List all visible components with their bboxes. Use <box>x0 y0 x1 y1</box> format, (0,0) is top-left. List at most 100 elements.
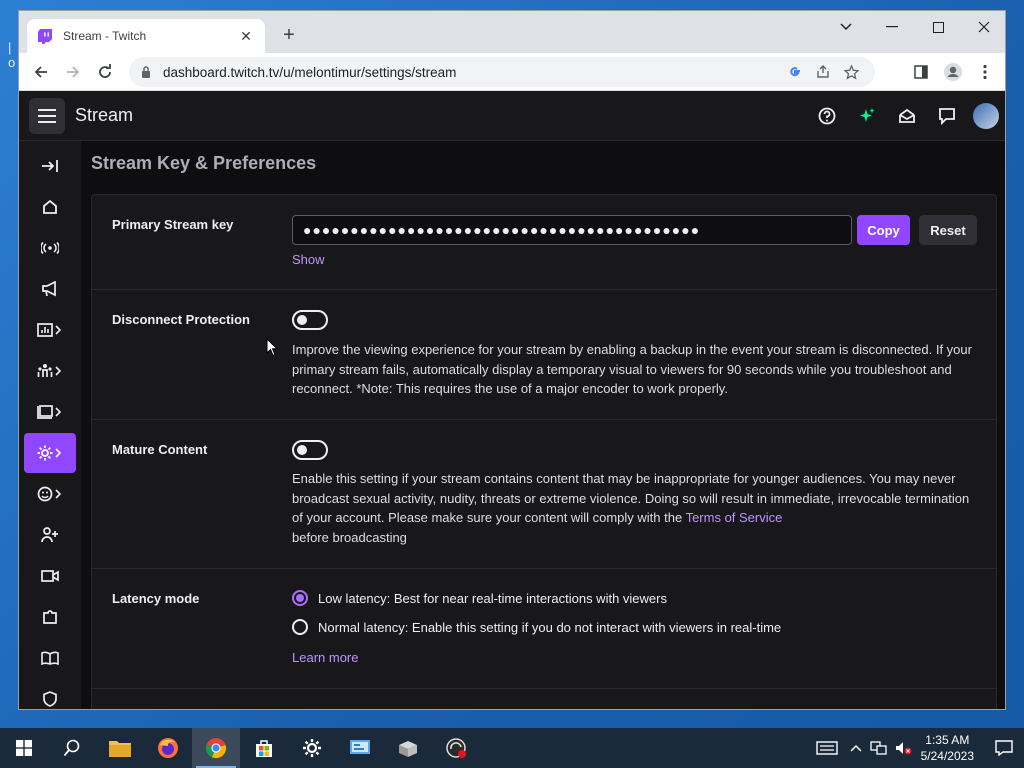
normal-latency-radio[interactable] <box>292 619 308 635</box>
learn-more-link[interactable]: Learn more <box>292 650 358 665</box>
copy-button[interactable]: Copy <box>857 215 910 245</box>
broadcast-icon[interactable] <box>24 228 76 268</box>
video-producer-camera-icon[interactable] <box>24 556 76 596</box>
maximize-icon[interactable] <box>915 11 961 43</box>
page-title: Stream <box>75 105 134 125</box>
reload-icon[interactable] <box>89 56 121 88</box>
menu-kebab-icon[interactable] <box>969 56 1001 88</box>
mature-content-label: Mature Content <box>112 442 208 457</box>
community-icon[interactable] <box>24 351 76 391</box>
firefox-icon[interactable] <box>144 728 192 768</box>
low-latency-option[interactable]: Low latency: Best for near real-time int… <box>292 590 667 606</box>
window-close-icon[interactable] <box>961 11 1005 43</box>
back-arrow-icon[interactable] <box>25 56 57 88</box>
mature-description-text: Enable this setting if your stream conta… <box>292 471 970 525</box>
mature-description-end: before broadcasting <box>292 529 407 545</box>
latency-mode-label: Latency mode <box>112 591 200 606</box>
microsoft-store-icon[interactable] <box>240 728 288 768</box>
inbox-icon[interactable] <box>889 98 925 134</box>
stream-key-row: Primary Stream key ●●●●●●●●●●●●●●●●●●●●●… <box>92 195 996 290</box>
clock-date: 5/24/2023 <box>920 749 974 763</box>
dashboard-sidebar <box>19 141 81 709</box>
normal-latency-label: Normal latency: Enable this setting if y… <box>318 619 782 635</box>
terms-of-service-link[interactable]: Terms of Service <box>686 510 783 525</box>
taskbar-clock[interactable]: 1:35 AM 5/24/2023 <box>921 732 974 764</box>
side-panel-icon[interactable] <box>905 56 937 88</box>
bookmark-star-icon[interactable] <box>837 58 865 86</box>
viewer-rewards-smiley-icon[interactable] <box>24 474 76 514</box>
user-avatar[interactable] <box>971 101 1001 131</box>
google-lens-icon[interactable] <box>781 58 809 86</box>
hamburger-menu-icon[interactable] <box>29 97 65 134</box>
control-panel-icon[interactable] <box>336 728 384 768</box>
twitch-favicon-icon <box>37 28 53 44</box>
forward-arrow-icon[interactable] <box>57 56 89 88</box>
safety-shield-icon[interactable] <box>24 679 76 709</box>
tab-close-icon[interactable]: ✕ <box>237 28 255 45</box>
lock-icon[interactable] <box>139 65 153 79</box>
system-tray: 1:35 AM 5/24/2023 <box>809 728 1024 768</box>
low-latency-label: Low latency: Best for near real-time int… <box>318 590 667 606</box>
minimize-icon[interactable] <box>869 11 915 43</box>
clock-time: 1:35 AM <box>925 733 970 747</box>
show-hidden-icons-chevron-icon[interactable] <box>845 728 867 768</box>
search-icon[interactable] <box>48 728 96 768</box>
settings-content: Stream Key & Preferences Primary Stream … <box>81 141 1005 710</box>
windows-taskbar: 1:35 AM 5/24/2023 <box>0 728 1024 768</box>
tab-title: Stream - Twitch <box>63 29 147 43</box>
new-tab-plus-icon[interactable]: + <box>277 23 301 47</box>
windows-start-icon[interactable] <box>0 728 48 768</box>
disconnect-protection-description: Improve the viewing experience for your … <box>292 342 972 396</box>
home-icon[interactable] <box>24 187 76 227</box>
nav-actions <box>805 98 1001 134</box>
creator-camp-book-icon[interactable] <box>24 638 76 678</box>
low-latency-radio[interactable] <box>292 590 308 606</box>
app-box-icon[interactable] <box>384 728 432 768</box>
sparkle-icon[interactable] <box>849 98 885 134</box>
twitch-dashboard: Stream Stream Key & Preferences Primary … <box>19 91 1005 710</box>
show-key-link[interactable]: Show <box>292 252 325 267</box>
profile-icon[interactable] <box>937 56 969 88</box>
browser-window: Stream - Twitch ✕ + dashboard.twitch.tv/… <box>18 10 1006 710</box>
share-icon[interactable] <box>809 58 837 86</box>
section-title: Stream Key & Preferences <box>91 153 317 173</box>
settings-gear-taskbar-icon[interactable] <box>288 728 336 768</box>
settings-card: Primary Stream key ●●●●●●●●●●●●●●●●●●●●●… <box>91 194 997 710</box>
next-setting-toggle[interactable] <box>292 709 328 710</box>
extensions-puzzle-icon[interactable] <box>24 597 76 637</box>
stream-key-label: Primary Stream key <box>112 217 234 232</box>
address-bar[interactable]: dashboard.twitch.tv/u/melontimur/setting… <box>129 57 875 87</box>
stream-key-field[interactable]: ●●●●●●●●●●●●●●●●●●●●●●●●●●●●●●●●●●●●●●●●… <box>292 215 852 245</box>
browser-toolbar: dashboard.twitch.tv/u/melontimur/setting… <box>19 53 1005 91</box>
notifications-icon[interactable] <box>984 728 1024 768</box>
next-setting-row <box>92 689 996 710</box>
expand-sidebar-icon[interactable] <box>24 146 76 186</box>
reset-button[interactable]: Reset <box>919 215 977 245</box>
creator-camp-user-plus-icon[interactable] <box>24 515 76 555</box>
disconnect-protection-toggle[interactable] <box>292 310 328 330</box>
content-icon[interactable] <box>24 392 76 432</box>
chrome-icon[interactable] <box>192 728 240 768</box>
desktop-icon-partial: | o <box>8 40 16 70</box>
volume-muted-icon[interactable] <box>891 728 915 768</box>
mature-content-description: Enable this setting if your stream conta… <box>292 469 972 547</box>
recording-app-icon[interactable] <box>432 728 480 768</box>
normal-latency-option[interactable]: Normal latency: Enable this setting if y… <box>292 619 781 635</box>
disconnect-protection-row: Disconnect Protection Improve the viewin… <box>92 290 996 420</box>
latency-mode-row: Latency mode Low latency: Best for near … <box>92 569 996 689</box>
tab-strip: Stream - Twitch ✕ + <box>19 11 1005 53</box>
keyboard-layout-icon[interactable] <box>809 728 845 768</box>
disconnect-protection-label: Disconnect Protection <box>112 312 250 327</box>
whispers-icon[interactable] <box>929 98 965 134</box>
help-icon[interactable] <box>809 98 845 134</box>
file-explorer-icon[interactable] <box>96 728 144 768</box>
tab-search-chevron-icon[interactable] <box>823 11 869 43</box>
settings-gear-icon[interactable] <box>24 433 76 473</box>
top-nav: Stream <box>19 91 1005 141</box>
analytics-icon[interactable] <box>24 310 76 350</box>
mature-content-row: Mature Content Enable this setting if yo… <box>92 420 996 569</box>
network-icon[interactable] <box>867 728 891 768</box>
promote-megaphone-icon[interactable] <box>24 269 76 309</box>
browser-tab[interactable]: Stream - Twitch ✕ <box>27 19 265 53</box>
mature-content-toggle[interactable] <box>292 440 328 460</box>
